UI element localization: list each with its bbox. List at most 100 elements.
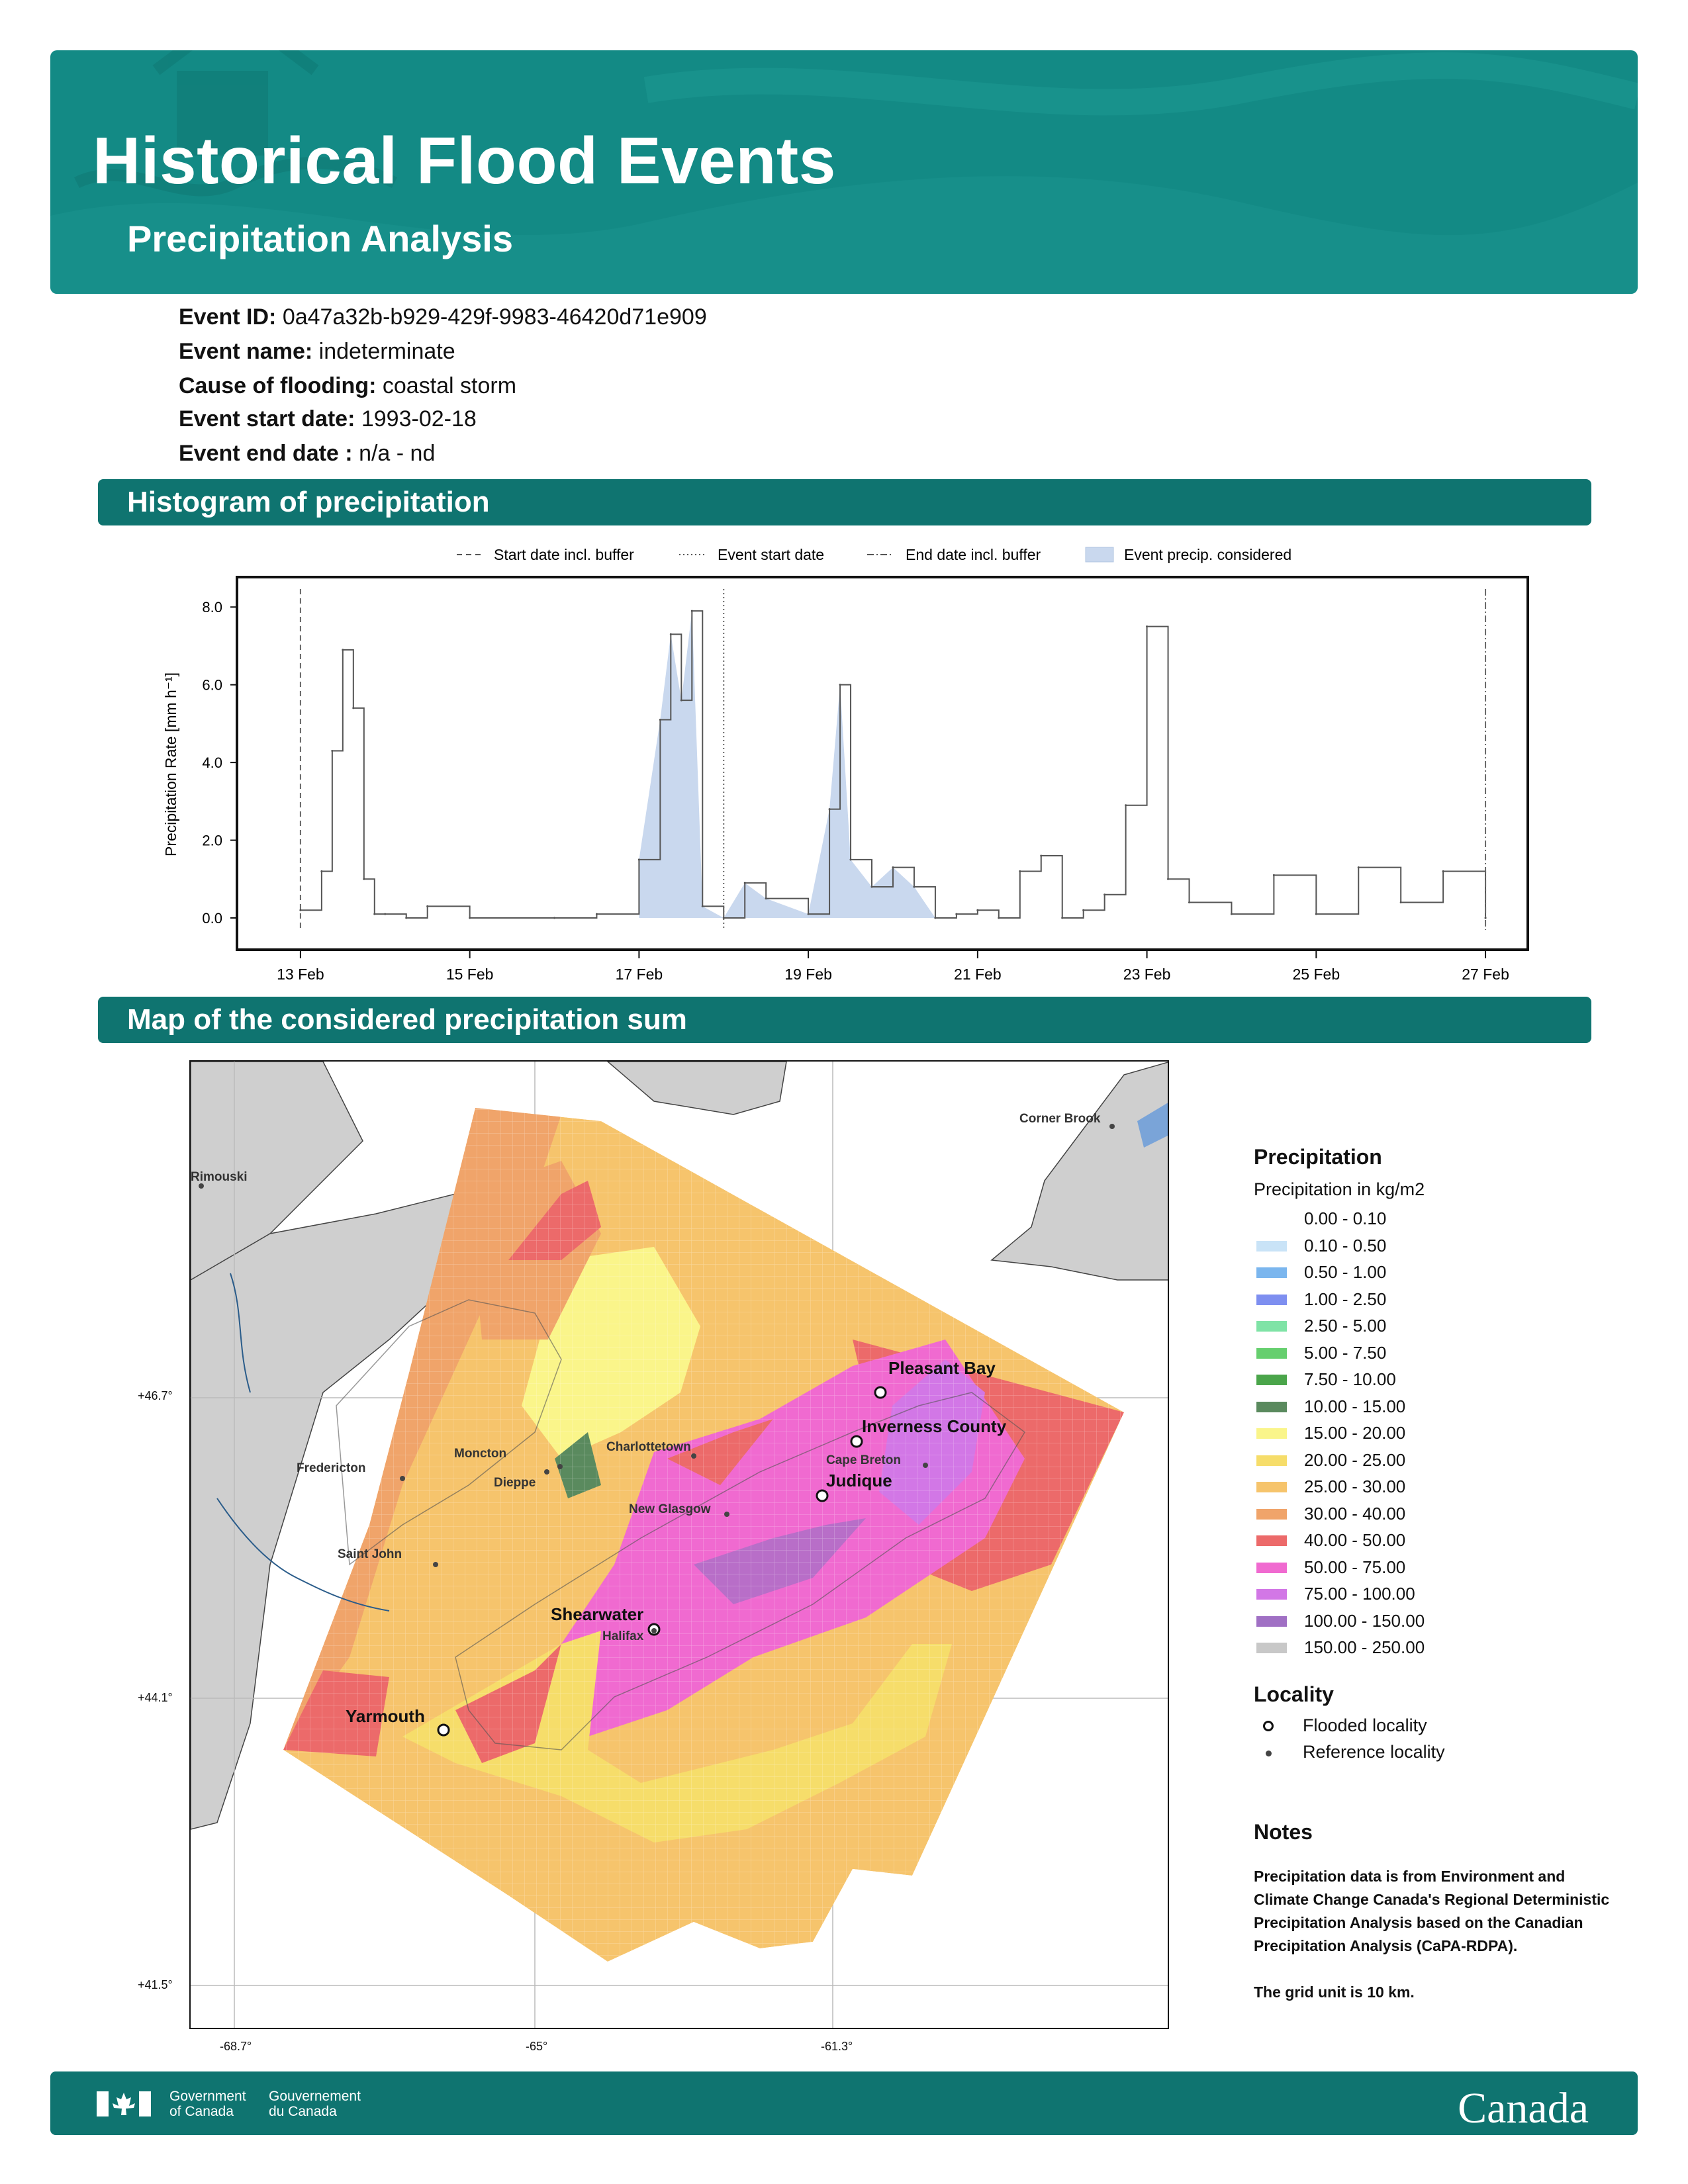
map-ytick-2: +41.5°	[138, 1978, 173, 1991]
x-tick-label: 19 Feb	[784, 966, 832, 983]
reference-label: Reference locality	[1303, 1742, 1445, 1762]
footer: Government of Canada Gouvernement du Canad…	[50, 2071, 1638, 2135]
legend-label: 100.00 - 150.00	[1304, 1610, 1425, 1631]
legend-swatch	[1256, 1562, 1287, 1573]
y-tick-label: 0.0	[202, 910, 222, 927]
legend-swatch	[1256, 1294, 1287, 1305]
legend-label: 0.00 - 0.10	[1304, 1208, 1387, 1228]
flooded-locality-label: Shearwater	[551, 1604, 643, 1624]
map-ytick-0: +46.7°	[138, 1389, 173, 1402]
legend-swatch	[1256, 1347, 1287, 1359]
y-tick-label: 2.0	[202, 833, 222, 849]
x-tick-label: 17 Feb	[616, 966, 663, 983]
notes-text-2: The grid unit is 10 km.	[1254, 1983, 1415, 2001]
reference-locality-label: Moncton	[454, 1447, 506, 1461]
event-id-row: Event ID: 0a47a32b-b929-429f-9983-46420d…	[179, 304, 707, 330]
reference-locality-label: New Glasgow	[629, 1502, 711, 1516]
histogram-section-header: Histogram of precipitation	[98, 479, 1591, 525]
notes-text-1: Precipitation data is from Environment a…	[1254, 1868, 1610, 1954]
event-end-value: n/a - nd	[359, 441, 436, 466]
y-tick-label: 8.0	[202, 599, 222, 615]
flooded-locality-label: Judique	[826, 1471, 892, 1490]
x-tick-label: 15 Feb	[446, 966, 494, 983]
legend-label: 40.00 - 50.00	[1304, 1530, 1406, 1550]
legend-label: 5.00 - 7.50	[1304, 1342, 1387, 1363]
legend-swatch	[1256, 1240, 1287, 1251]
reference-locality-label: Dieppe	[494, 1476, 536, 1490]
map-section-header: Map of the considered precipitation sum	[98, 997, 1591, 1043]
precipitation-histogram: 0.0 2.0 4.0 6.0 8.0 13 Feb 15 Feb 17 Feb 19 Feb…	[162, 576, 1529, 983]
legend-label: 25.00 - 30.00	[1304, 1477, 1406, 1496]
land-newfoundland	[990, 1062, 1168, 1281]
gov-fr: Gouvernement du Canada	[269, 2089, 361, 2119]
precipitation-map[interactable]: Pleasant Bay Inverness County Judique Shear…	[189, 1060, 1169, 2029]
x-tick-label: 13 Feb	[277, 966, 324, 983]
legend-swatch	[1256, 1535, 1287, 1546]
legend-title: Precipitation	[1254, 1145, 1382, 1169]
reference-locality-label: Rimouski	[191, 1170, 248, 1184]
page-title: Historical Flood Events	[93, 124, 836, 198]
event-name-value: indeterminate	[318, 339, 455, 364]
reference-locality-marker	[199, 1183, 204, 1189]
header-banner: Historical Flood Events Precipitation An…	[50, 50, 1638, 294]
reference-locality-marker	[724, 1512, 729, 1517]
legend-label: 30.00 - 40.00	[1304, 1503, 1406, 1524]
event-name-row: Event name: indeterminate	[179, 339, 455, 364]
event-end-row: Event end date : n/a - nd	[179, 441, 436, 466]
reference-locality-marker	[400, 1476, 405, 1481]
event-cause-row: Cause of flooding: coastal storm	[179, 373, 517, 398]
flooded-locality-label: Pleasant Bay	[888, 1358, 996, 1378]
land-gaspe	[606, 1062, 787, 1115]
locality-title: Locality	[1254, 1682, 1334, 1706]
legend-swatch	[1256, 1508, 1287, 1520]
reference-locality-marker	[557, 1464, 563, 1469]
reference-locality-label: Halifax	[602, 1629, 644, 1643]
event-start-value: 1993-02-18	[361, 406, 477, 432]
legend-swatch	[1256, 1589, 1287, 1600]
flooded-label: Flooded locality	[1303, 1715, 1427, 1735]
y-axis-label: Precipitation Rate [mm h⁻¹]	[162, 672, 179, 856]
legend-swatch	[1256, 1455, 1287, 1466]
x-tick-label: 25 Feb	[1293, 966, 1340, 983]
reference-locality-label: Saint John	[338, 1547, 402, 1561]
legend-label: 7.50 - 10.00	[1304, 1369, 1396, 1389]
map-canvas: Pleasant Bay Inverness County Judique Shear…	[191, 1062, 1168, 2028]
event-id-value: 0a47a32b-b929-429f-9983-46420d71e909	[282, 304, 707, 330]
reference-locality-marker	[923, 1463, 928, 1468]
legend-swatch	[1256, 1321, 1287, 1332]
map-xtick-1: -65°	[526, 2040, 548, 2053]
legend-label: 150.00 - 250.00	[1304, 1637, 1425, 1657]
gov-en: Government of Canada	[169, 2089, 246, 2119]
precip-grid	[283, 1108, 1124, 1962]
canada-flag-icon	[97, 2091, 151, 2116]
legend-swatch	[1256, 1482, 1287, 1492]
legend-label: 2.50 - 5.00	[1304, 1316, 1387, 1336]
legend-swatch	[1256, 1401, 1287, 1412]
event-cause-value: coastal storm	[382, 373, 517, 398]
map-xtick-0: -68.7°	[220, 2040, 252, 2053]
legend-swatch	[1256, 1615, 1287, 1627]
legend-swatch	[1256, 1214, 1287, 1224]
legend-label: 50.00 - 75.00	[1304, 1557, 1406, 1577]
canada-wordmark: Canada	[1458, 2084, 1589, 2132]
reference-locality-marker	[433, 1562, 438, 1567]
reference-marker-icon	[1266, 1751, 1272, 1756]
event-start-row: Event start date: 1993-02-18	[179, 406, 477, 432]
notes-title: Notes	[1254, 1820, 1313, 1844]
legend-label: 10.00 - 15.00	[1304, 1396, 1406, 1416]
reference-locality-label: Corner Brook	[1019, 1112, 1101, 1126]
notes-body: Precipitation data is from Environment a…	[1254, 1865, 1611, 2004]
reference-locality-label: Charlottetown	[606, 1440, 691, 1454]
flooded-locality-marker	[816, 1489, 829, 1502]
legend-label: 75.00 - 100.00	[1304, 1584, 1415, 1604]
legend-label: 0.50 - 1.00	[1304, 1262, 1387, 1282]
reference-locality-marker	[1109, 1124, 1115, 1129]
x-tick-label: 27 Feb	[1462, 966, 1509, 983]
flooded-locality-marker	[874, 1386, 887, 1399]
legend-subtitle: Precipitation in kg/m2	[1254, 1179, 1425, 1199]
legend-swatch	[1256, 1428, 1287, 1439]
flooded-locality-label: Inverness County	[862, 1416, 1007, 1436]
flooded-marker-icon	[1263, 1721, 1274, 1731]
flooded-locality-label: Yarmouth	[346, 1706, 425, 1726]
legend-label: 15.00 - 20.00	[1304, 1423, 1406, 1443]
